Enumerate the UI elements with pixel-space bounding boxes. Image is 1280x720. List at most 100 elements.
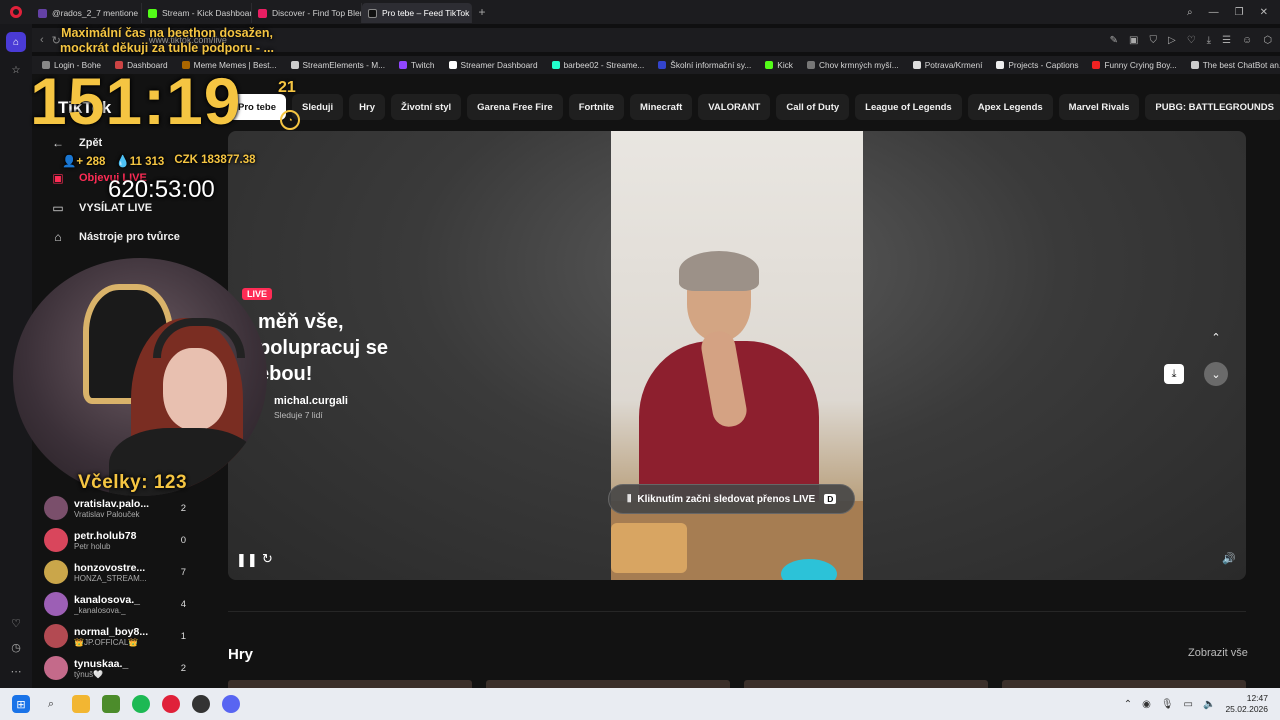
opera-logo-icon[interactable] [0, 0, 32, 24]
game-thumbnail[interactable] [744, 680, 988, 688]
list-item[interactable]: vratislav.palo... Vratislav Palouček 2 [44, 492, 194, 524]
heart-icon[interactable]: ♡ [11, 617, 21, 630]
menu-icon[interactable]: ☰ [1222, 35, 1231, 46]
windows-start-icon[interactable]: ⊞ [12, 695, 30, 713]
bookmark[interactable]: The best ChatBot an... [1190, 60, 1280, 70]
bookmark[interactable]: Kick [765, 60, 793, 70]
more-icon[interactable]: ⋯ [11, 665, 22, 678]
pause-icon[interactable]: ❚❚ [236, 552, 258, 568]
download-icon[interactable]: ⤓ [1164, 364, 1184, 384]
tab-hry[interactable]: Hry [349, 94, 386, 120]
tab-minecraft[interactable]: Minecraft [630, 94, 693, 120]
edit-icon[interactable]: ✎ [1110, 35, 1118, 46]
heart-icon[interactable]: ♡ [1187, 35, 1196, 46]
shield-icon[interactable]: ⛉ [1149, 35, 1157, 46]
bookmark[interactable]: StreamElements - M... [290, 60, 385, 70]
microphone-icon[interactable]: 🎙 [1161, 699, 1174, 710]
discord-icon[interactable] [222, 695, 240, 713]
tab-favicon-icon [38, 8, 47, 18]
chevron-up-icon[interactable]: ⌃ [1204, 325, 1228, 349]
search-tabs-icon[interactable]: ⌕ [1187, 7, 1193, 18]
bookmark[interactable]: barbee02 - Streame... [551, 60, 644, 70]
browser-tab[interactable]: Stream - Kick Dashboard [142, 3, 252, 23]
history-icon[interactable]: ◷ [11, 641, 21, 654]
streamer-hair [679, 251, 759, 291]
extension-icon[interactable]: ⬡ [1263, 35, 1272, 46]
nav-back[interactable]: ← Zpět [50, 136, 102, 150]
tab-valorant[interactable]: VALORANT [698, 94, 771, 120]
list-item[interactable]: kanalosova._ _kanalosova._ 4 [44, 588, 194, 620]
tab-fortnite[interactable]: Fortnite [568, 94, 625, 120]
bookmark-favicon-icon [448, 61, 457, 69]
list-item[interactable]: normal_boy8... 👑JP.OFFICAL👑 1 [44, 620, 194, 652]
home-icon: ⌂ [54, 230, 62, 244]
download-icon[interactable]: ⤓ [1207, 35, 1211, 46]
volume-icon[interactable]: 🔈 [1203, 699, 1215, 710]
new-tab-icon[interactable]: + [472, 5, 492, 19]
tab-pubg[interactable]: PUBG: BATTLEGROUNDS [1145, 94, 1280, 120]
browser-tab[interactable]: Discover - Find Top Blerp [252, 3, 362, 23]
camera-icon[interactable]: ▣ [1129, 35, 1138, 46]
chevron-up-icon[interactable]: ⌃ [1124, 699, 1132, 710]
viewer-count: 2 [180, 502, 186, 514]
taskbar-clock[interactable]: 12:47 25.02.2026 [1225, 693, 1268, 715]
browser-tab[interactable]: @rados_2_7 mentione [32, 3, 142, 23]
opera-icon[interactable] [162, 695, 180, 713]
close-icon[interactable]: ✕ [1260, 7, 1268, 18]
refresh-icon[interactable]: ↻ [262, 551, 273, 567]
game-thumbnails [228, 680, 1246, 688]
chevron-down-icon[interactable]: ⌄ [1204, 362, 1228, 386]
maximize-icon[interactable]: ❐ [1235, 7, 1244, 18]
minecraft-icon[interactable] [102, 695, 120, 713]
bookmark[interactable]: Chov krmných myší... [806, 60, 899, 70]
host-name[interactable]: michal.curgali [274, 395, 348, 407]
game-thumbnail[interactable] [486, 680, 730, 688]
bookmark[interactable]: Streamer Dashboard [448, 60, 538, 70]
steam-icon[interactable]: ◉ [1142, 699, 1151, 710]
search-icon[interactable]: ⌕ [42, 695, 60, 713]
tab-garena-free-fire[interactable]: Garena Free Fire [467, 94, 563, 120]
tab-label: @rados_2_7 mentione [52, 8, 139, 18]
minimize-icon[interactable]: — [1209, 7, 1219, 18]
overlay-bees-counter: Včelky: 123 [78, 472, 187, 494]
live-player[interactable]: LIVE měň vše, polupracuj se ebou! michal… [228, 131, 1246, 580]
viewer-username: kanalosova._ [74, 593, 140, 606]
bookmark[interactable]: Funny Crying Boy... [1092, 60, 1177, 70]
bookmark-label: Potrava/Krmení [924, 60, 983, 70]
tab-league-of-legends[interactable]: League of Legends [855, 94, 962, 120]
play-icon[interactable]: ▷ [1168, 35, 1176, 46]
tab-apex-legends[interactable]: Apex Legends [967, 94, 1053, 120]
volume-icon[interactable]: 🔊 [1222, 552, 1236, 565]
nav-creator-tools[interactable]: ⌂ Nástroje pro tvůrce [50, 230, 180, 244]
game-thumbnail[interactable] [1002, 680, 1246, 688]
game-thumbnail[interactable] [228, 680, 472, 688]
tab-label: Pro tebe – Feed TikTok [382, 8, 470, 18]
bookmark[interactable]: Školní informační sy... [658, 60, 751, 70]
bookmark[interactable]: Potrava/Krmení [912, 60, 983, 70]
bookmark-favicon-icon [399, 61, 408, 69]
network-icon[interactable]: ▭ [1184, 699, 1193, 710]
tab-sleduji[interactable]: Sleduji [292, 94, 344, 120]
list-item[interactable]: honzovostre... HONZA_STREAM... 7 [44, 556, 194, 588]
bookmark[interactable]: Projects - Captions [996, 60, 1078, 70]
folder-icon[interactable] [72, 695, 90, 713]
bookmark[interactable]: Twitch [399, 60, 435, 70]
nav-creator-tools-label: Nástroje pro tvůrce [79, 231, 180, 243]
watch-live-button[interactable]: ⦀ Kliknutím začni sledovat přenos LIVE D [608, 484, 856, 514]
show-all-link[interactable]: Zobrazit vše [1188, 647, 1248, 659]
home-icon[interactable]: ⌂ [6, 32, 26, 52]
obs-icon[interactable] [192, 695, 210, 713]
spotify-icon[interactable] [132, 695, 150, 713]
profile-icon[interactable]: ☺ [1242, 35, 1252, 46]
tab-call-of-duty[interactable]: Call of Duty [776, 94, 850, 120]
list-item[interactable]: petr.holub78 Petr holub 0 [44, 524, 194, 556]
tab-zivotni-styl[interactable]: Životní styl [391, 94, 462, 120]
browser-tab-active[interactable]: Pro tebe – Feed TikTok [362, 3, 472, 23]
avatar [44, 496, 68, 520]
star-icon[interactable]: ☆ [6, 60, 26, 80]
bookmark-label: Projects - Captions [1008, 60, 1079, 70]
list-item[interactable]: tynuskaa._ týnuš🤍 2 [44, 652, 194, 684]
tab-favicon-icon [258, 8, 267, 18]
tab-marvel-rivals[interactable]: Marvel Rivals [1058, 94, 1140, 120]
bees-count: 123 [153, 472, 188, 493]
